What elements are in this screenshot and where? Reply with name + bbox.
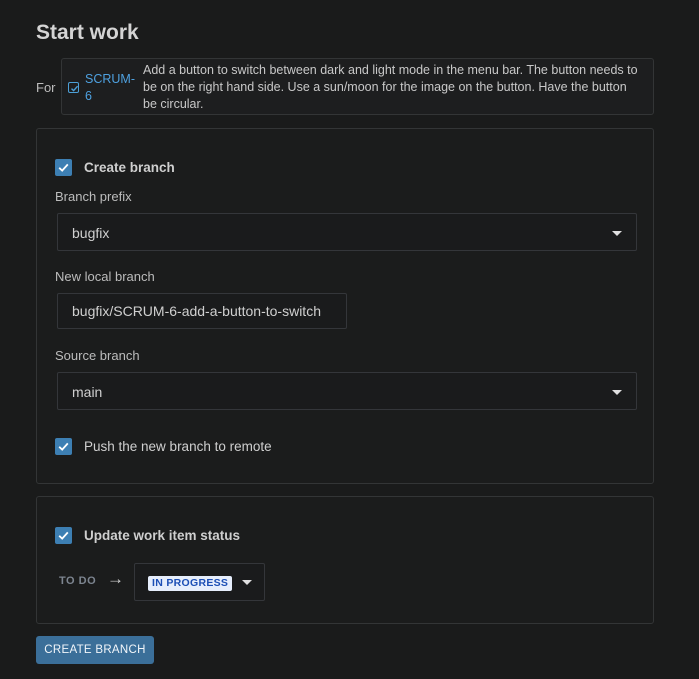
for-label: For — [36, 80, 56, 95]
update-status-label: Update work item status — [84, 528, 241, 543]
create-branch-button[interactable]: CREATE BRANCH — [36, 636, 154, 664]
issue-summary: Add a button to switch between dark and … — [143, 63, 638, 111]
new-local-branch-input[interactable] — [57, 293, 347, 329]
chevron-down-icon — [242, 580, 252, 585]
branch-prefix-label: Branch prefix — [55, 189, 132, 204]
target-status-lozenge: IN PROGRESS — [148, 576, 233, 591]
create-branch-checkbox[interactable] — [55, 159, 72, 176]
current-status-lozenge: TO DO — [59, 575, 97, 587]
push-remote-label: Push the new branch to remote — [84, 439, 272, 454]
source-branch-value: main — [72, 384, 103, 400]
task-type-icon — [68, 82, 79, 93]
branch-prefix-select[interactable]: bugfix — [57, 213, 637, 251]
chevron-down-icon — [612, 231, 622, 236]
source-branch-select[interactable]: main — [57, 372, 637, 410]
arrow-right-icon: → — [107, 569, 124, 588]
issue-key-link[interactable]: SCRUM-6 — [85, 71, 137, 105]
page-title: Start work — [36, 21, 139, 44]
chevron-down-icon — [612, 390, 622, 395]
update-status-checkbox[interactable] — [55, 527, 72, 544]
status-panel: Update work item status TO DO → IN PROGR… — [36, 496, 654, 624]
source-branch-label: Source branch — [55, 348, 140, 363]
new-local-branch-label: New local branch — [55, 269, 155, 284]
branch-prefix-value: bugfix — [72, 225, 110, 241]
issue-card: SCRUM-6 Add a button to switch between d… — [61, 58, 654, 115]
push-remote-checkbox[interactable] — [55, 438, 72, 455]
target-status-select[interactable]: IN PROGRESS — [134, 563, 265, 601]
start-work-page: Start work For SCRUM-6 Add a button to s… — [0, 0, 699, 679]
create-branch-label: Create branch — [84, 160, 175, 175]
branch-panel: Create branch Branch prefix bugfix New l… — [36, 128, 654, 484]
